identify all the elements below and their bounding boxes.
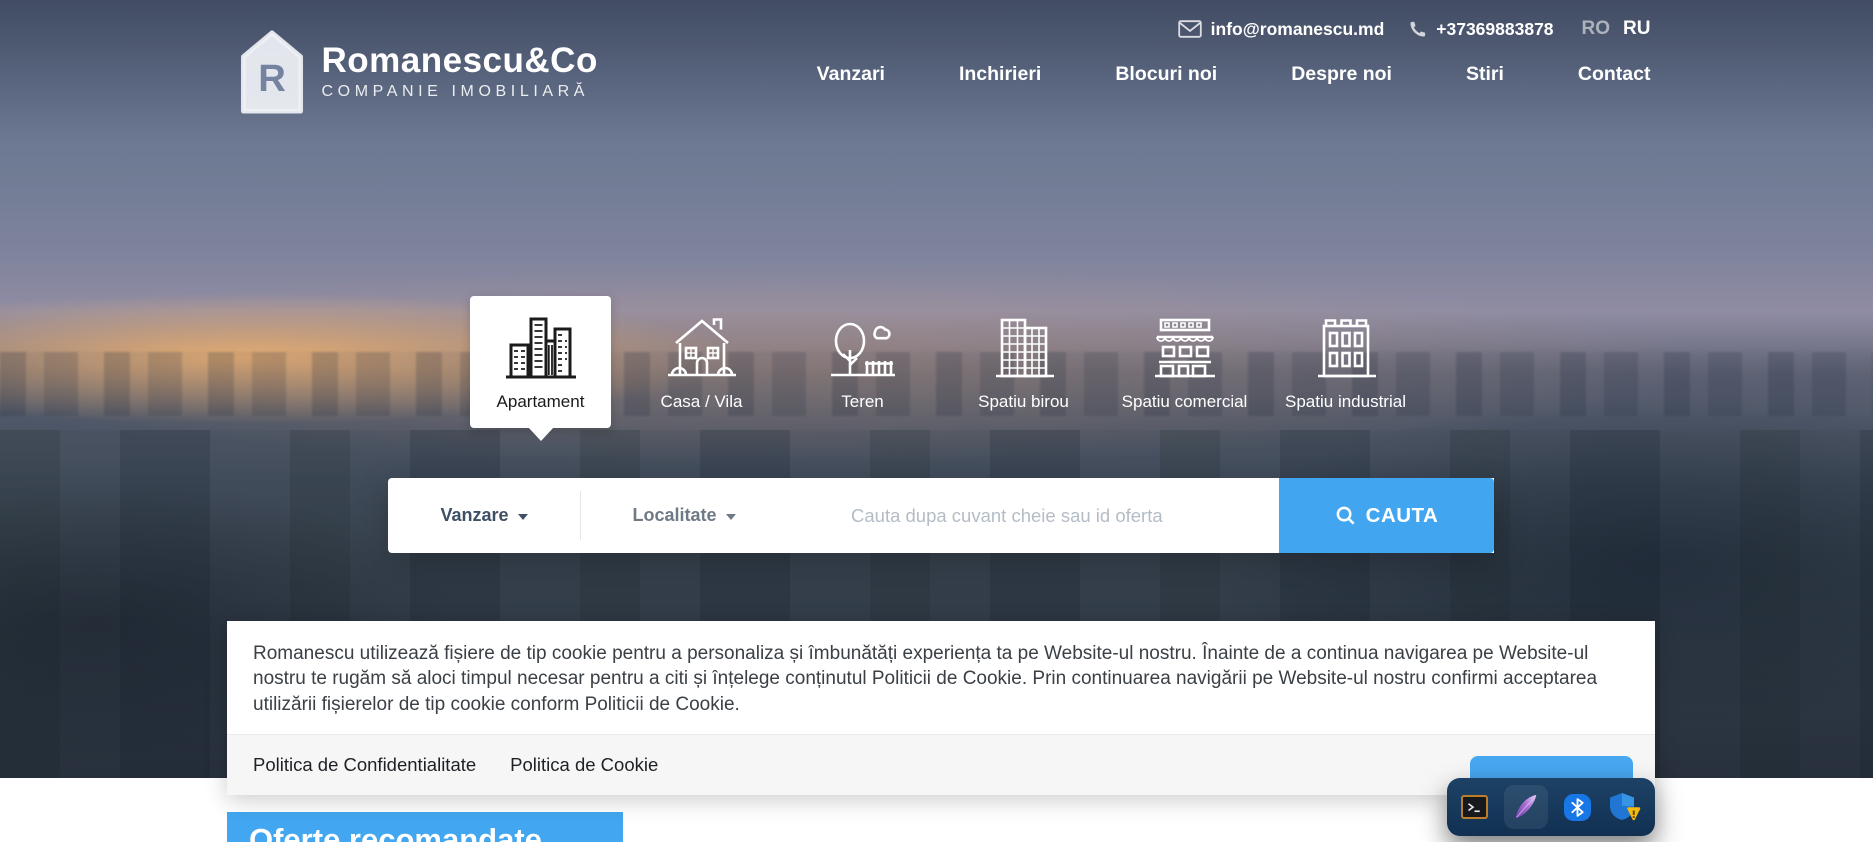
email-link[interactable]: info@romanescu.md — [1178, 19, 1385, 40]
cookie-banner: Romanescu utilizează fișiere de tip cook… — [227, 621, 1655, 795]
nav-item-stiri[interactable]: Stiri — [1466, 63, 1504, 86]
lang-ro[interactable]: RO — [1582, 18, 1611, 40]
chevron-down-icon — [726, 514, 736, 520]
chevron-down-icon — [518, 514, 528, 520]
tab-label: Spatiu birou — [978, 392, 1069, 412]
industrial-building-icon — [1308, 316, 1384, 380]
apartment-buildings-icon — [503, 316, 579, 380]
nav-item-contact[interactable]: Contact — [1578, 63, 1651, 86]
tab-casa-vila[interactable]: Casa / Vila — [621, 296, 782, 428]
nav-item-inchirieri[interactable]: Inchirieri — [959, 63, 1041, 86]
tab-spatiu-comercial[interactable]: Spatiu comercial — [1104, 296, 1265, 428]
storefront-icon — [1147, 316, 1223, 380]
phone-icon — [1408, 20, 1427, 39]
deal-type-value: Vanzare — [440, 505, 508, 526]
tab-apartament[interactable]: Apartament — [470, 296, 611, 428]
locality-select[interactable]: Localitate — [581, 478, 787, 553]
lang-ru[interactable]: RU — [1623, 18, 1650, 40]
svg-text:R: R — [258, 57, 286, 100]
office-towers-icon — [986, 316, 1062, 380]
page: R Romanescu&Co COMPANIE IMOBILIARĂ info@… — [0, 0, 1873, 842]
cookie-policy-link[interactable]: Politica de Cookie — [510, 754, 658, 776]
locality-value: Localitate — [632, 505, 716, 526]
cookie-footer: Politica de Confidentialitate Politica d… — [227, 734, 1655, 795]
phone-link[interactable]: +37369883878 — [1408, 19, 1553, 40]
email-text: info@romanescu.md — [1211, 19, 1385, 40]
land-tree-icon — [825, 316, 901, 380]
feather-pen-icon[interactable] — [1504, 785, 1548, 829]
search-bar: Vanzare Localitate CAUTA — [388, 478, 1494, 553]
house-icon — [664, 316, 740, 380]
taskbar-dock — [1447, 778, 1655, 836]
section-title: Oferte recomandate — [249, 822, 542, 842]
nav-item-vanzari[interactable]: Vanzari — [817, 63, 885, 86]
tab-label: Teren — [841, 392, 884, 412]
brand-logo[interactable]: R Romanescu&Co COMPANIE IMOBILIARĂ — [237, 30, 598, 114]
tab-teren[interactable]: Teren — [782, 296, 943, 428]
topbar: info@romanescu.md +37369883878 RO RU — [1178, 18, 1651, 40]
privacy-policy-link[interactable]: Politica de Confidentialitate — [253, 754, 476, 776]
site-header: R Romanescu&Co COMPANIE IMOBILIARĂ info@… — [223, 0, 1651, 150]
keyword-search-input[interactable] — [787, 478, 1279, 553]
main-nav: Vanzari Inchirieri Blocuri noi Despre no… — [817, 63, 1651, 86]
property-type-tabs: Apartament Casa / Vila — [460, 296, 1426, 428]
tab-label: Apartament — [497, 392, 585, 412]
bluetooth-icon[interactable] — [1564, 794, 1591, 821]
search-icon — [1335, 505, 1356, 526]
search-button[interactable]: CAUTA — [1279, 478, 1494, 553]
recommended-offers-heading: Oferte recomandate — [227, 812, 623, 842]
language-switcher: RO RU — [1582, 18, 1651, 40]
tab-label: Spatiu comercial — [1122, 392, 1248, 412]
security-shield-warning-icon[interactable] — [1607, 791, 1641, 823]
nav-item-blocuri-noi[interactable]: Blocuri noi — [1115, 63, 1217, 86]
terminal-icon[interactable] — [1461, 795, 1488, 819]
envelope-icon — [1178, 20, 1202, 38]
brand-tagline: COMPANIE IMOBILIARĂ — [322, 83, 598, 101]
tab-spatiu-industrial[interactable]: Spatiu industrial — [1265, 296, 1426, 428]
logo-house-icon: R — [237, 30, 307, 114]
tab-label: Spatiu industrial — [1285, 392, 1406, 412]
tab-spatiu-birou[interactable]: Spatiu birou — [943, 296, 1104, 428]
nav-item-despre-noi[interactable]: Despre noi — [1291, 63, 1392, 86]
phone-text: +37369883878 — [1436, 19, 1553, 40]
tab-label: Casa / Vila — [661, 392, 743, 412]
cookie-message: Romanescu utilizează fișiere de tip cook… — [227, 621, 1655, 734]
deal-type-select[interactable]: Vanzare — [388, 478, 580, 553]
search-button-label: CAUTA — [1366, 504, 1439, 528]
brand-name: Romanescu&Co — [322, 43, 598, 80]
